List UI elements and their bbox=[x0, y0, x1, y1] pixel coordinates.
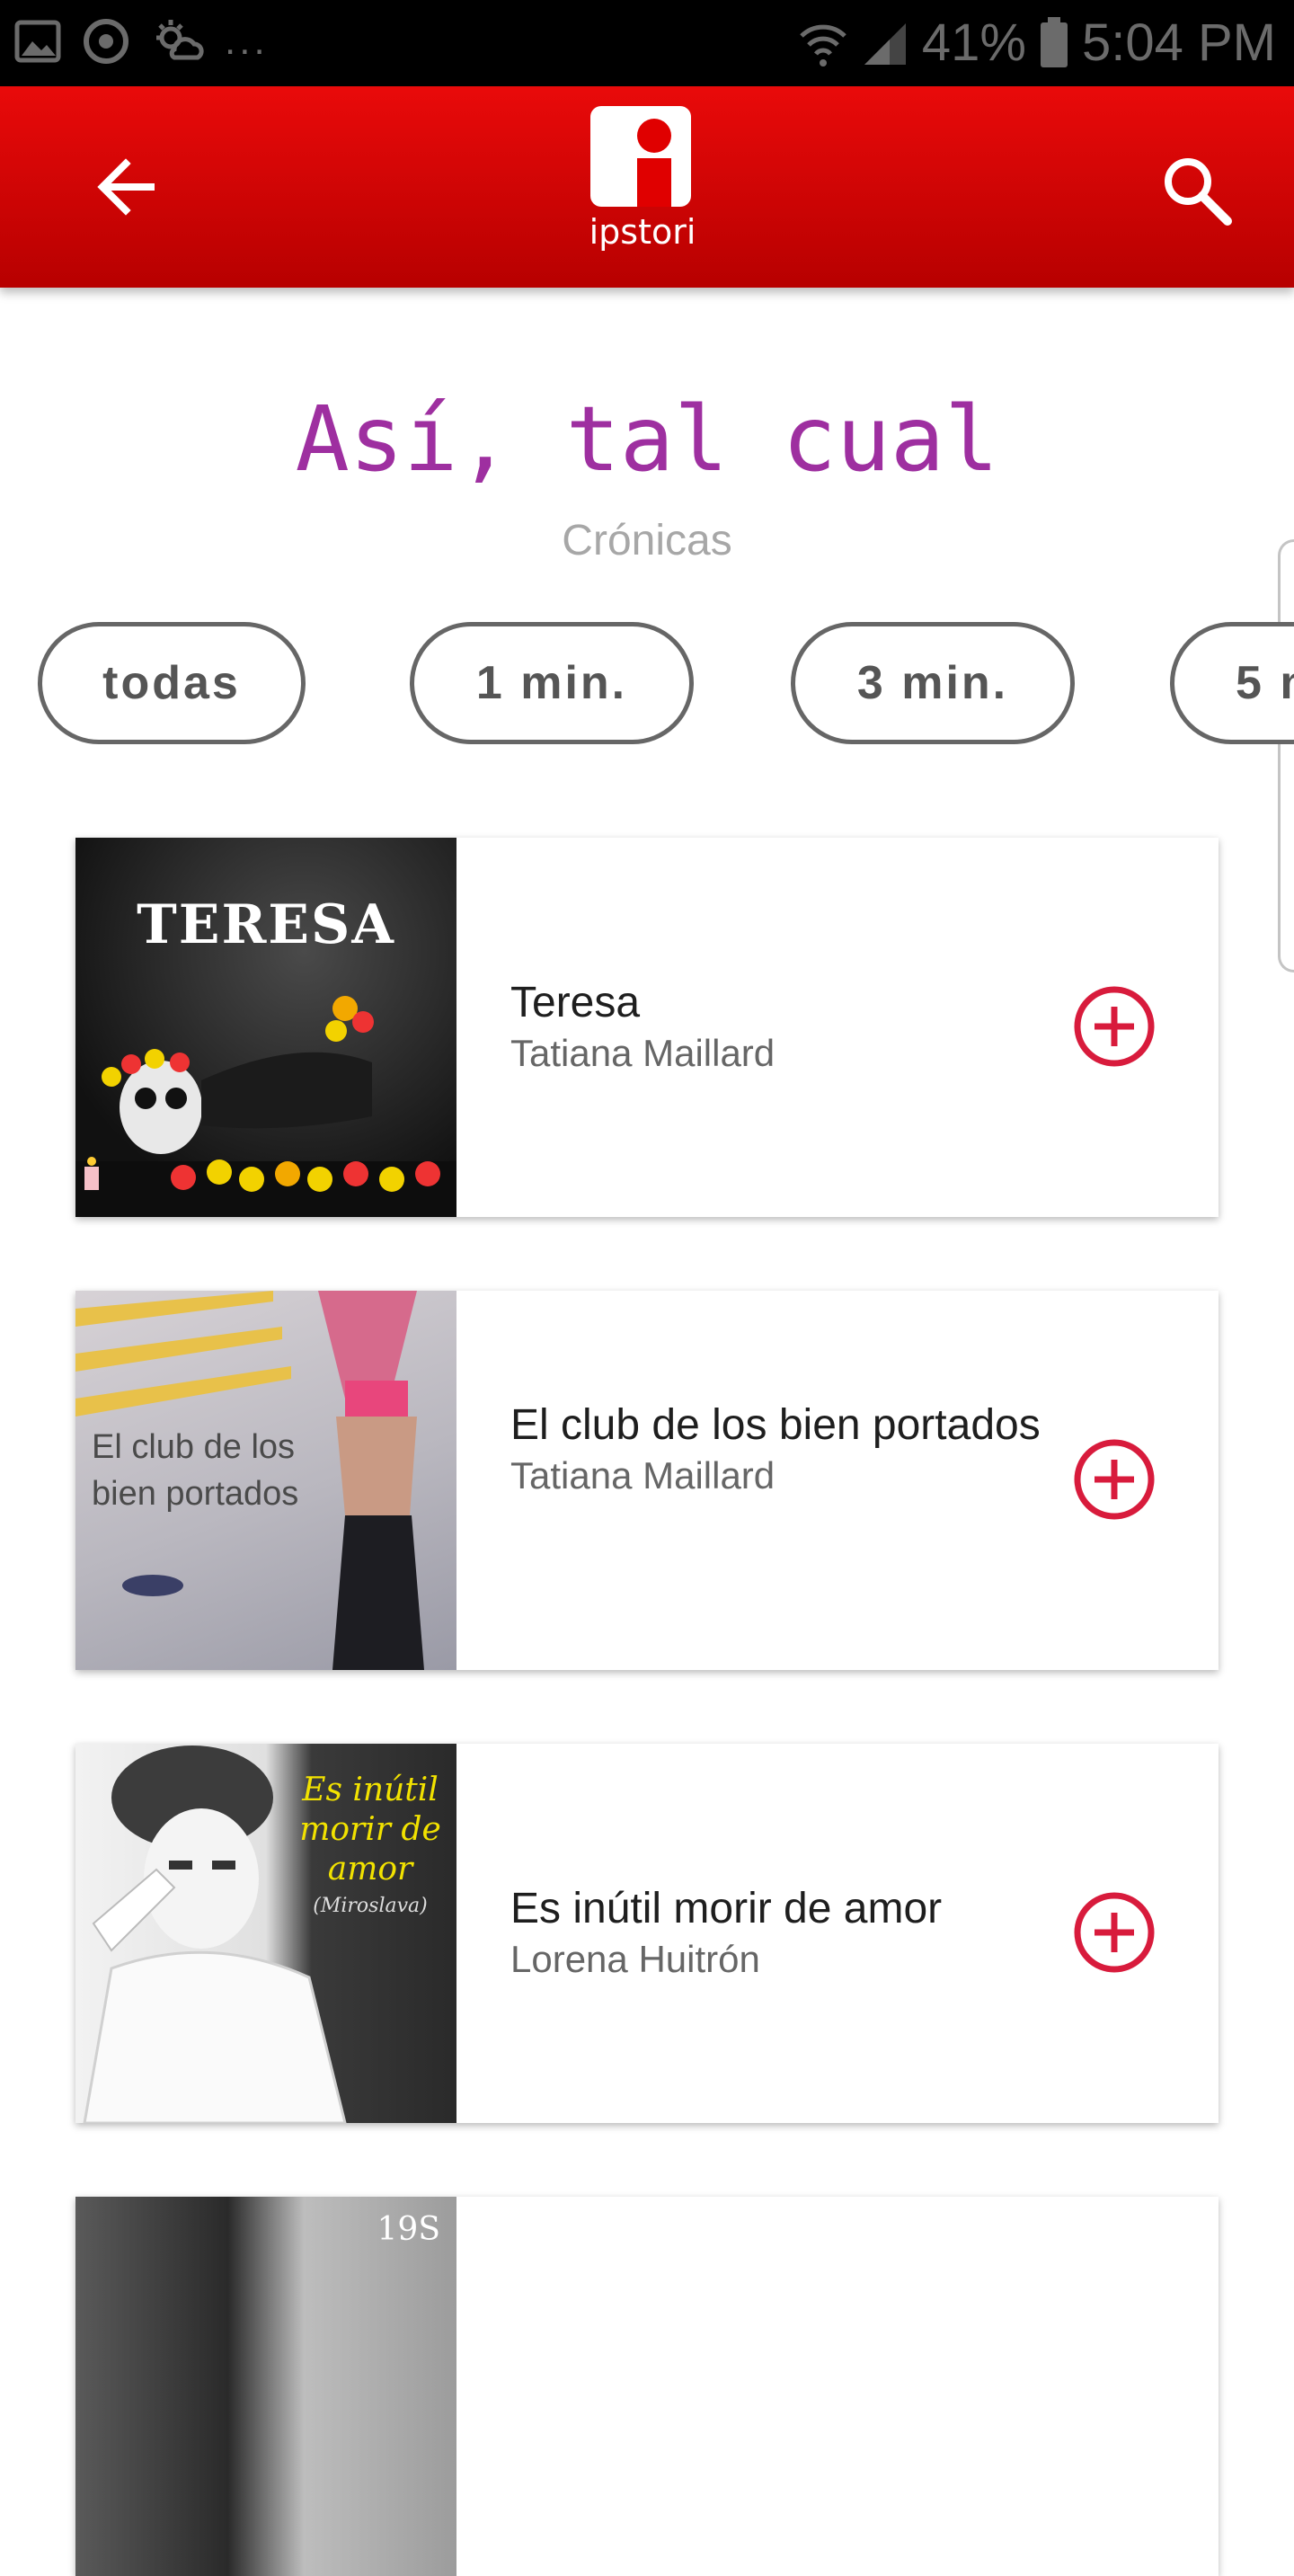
story-cover: TERESA bbox=[75, 838, 456, 1217]
status-right: 41% 5:04 PM bbox=[798, 13, 1276, 73]
story-card[interactable]: El club de los bien portados El club de … bbox=[75, 1291, 1219, 1670]
category-subtitle: Crónicas bbox=[562, 517, 732, 564]
story-card[interactable]: TERESA Teresa Tatiana Maillard bbox=[75, 838, 1219, 1217]
story-cover: Es inútil morir de amor (Miroslava) bbox=[75, 1744, 456, 2123]
filter-chip-todas[interactable]: todas bbox=[38, 622, 306, 744]
sync-notification-icon bbox=[84, 19, 129, 64]
story-cover: 19S bbox=[75, 2197, 456, 2576]
search-icon[interactable] bbox=[1157, 151, 1236, 230]
logo-text: ipstori bbox=[589, 212, 696, 252]
story-cover: El club de los bien portados bbox=[75, 1291, 456, 1670]
image-notification-icon bbox=[14, 20, 61, 63]
filter-chip-label: todas bbox=[102, 657, 241, 709]
filter-chip-5-min[interactable]: 5 min. bbox=[1170, 622, 1294, 744]
weather-notification-icon bbox=[156, 20, 204, 60]
filter-chip-5-min-clip: 5 min. bbox=[1170, 622, 1294, 744]
battery-percent: 41% bbox=[921, 13, 1026, 72]
logo-mark bbox=[590, 106, 691, 207]
cover-title-text: Es inútil morir de amor bbox=[299, 1772, 441, 1888]
story-author: Lorena Huitrón bbox=[510, 1938, 760, 1980]
story-author: Tatiana Maillard bbox=[510, 1032, 776, 1074]
filter-chip-3-min[interactable]: 3 min. bbox=[791, 622, 1075, 744]
more-notifications-dots: ... bbox=[225, 19, 269, 63]
filter-chip-1-min[interactable]: 1 min. bbox=[410, 622, 694, 744]
back-arrow-icon[interactable] bbox=[86, 147, 165, 227]
side-drawer-handle[interactable] bbox=[1278, 539, 1294, 973]
add-circle-icon[interactable] bbox=[1073, 985, 1156, 1068]
filter-chip-label: 1 min. bbox=[475, 657, 628, 709]
page-title: Así, tal cual bbox=[295, 386, 999, 492]
add-circle-icon[interactable] bbox=[1073, 1891, 1156, 1974]
add-circle-icon[interactable] bbox=[1073, 1438, 1156, 1521]
status-left: ... bbox=[14, 16, 269, 67]
battery-icon bbox=[1041, 16, 1068, 67]
story-card[interactable]: 19S bbox=[75, 2197, 1219, 2576]
cover-title-text: 19S bbox=[377, 2211, 440, 2248]
status-bar: ... 41% 5:04 PM bbox=[0, 0, 1294, 86]
story-title: Teresa bbox=[510, 979, 641, 1026]
story-author: Tatiana Maillard bbox=[510, 1454, 776, 1497]
filter-chip-label: 3 min. bbox=[856, 657, 1009, 709]
filter-chip-label: 5 min. bbox=[1236, 657, 1294, 709]
signal-icon bbox=[864, 22, 906, 65]
ipstori-logo: ipstori bbox=[589, 106, 696, 259]
cover-illustration bbox=[75, 996, 456, 1217]
story-title: El club de los bien portados bbox=[510, 1401, 1041, 1449]
story-card[interactable]: Es inútil morir de amor (Miroslava) Es i… bbox=[75, 1744, 1219, 2123]
wifi-icon bbox=[800, 24, 846, 67]
cover-title-text: El club de los bien portados bbox=[92, 1428, 299, 1513]
cover-subtitle-text: (Miroslava) bbox=[313, 1895, 428, 1917]
story-title: Es inútil morir de amor bbox=[510, 1885, 943, 1932]
app-bar: ipstori bbox=[0, 86, 1294, 288]
status-time: 5:04 PM bbox=[1082, 13, 1276, 72]
